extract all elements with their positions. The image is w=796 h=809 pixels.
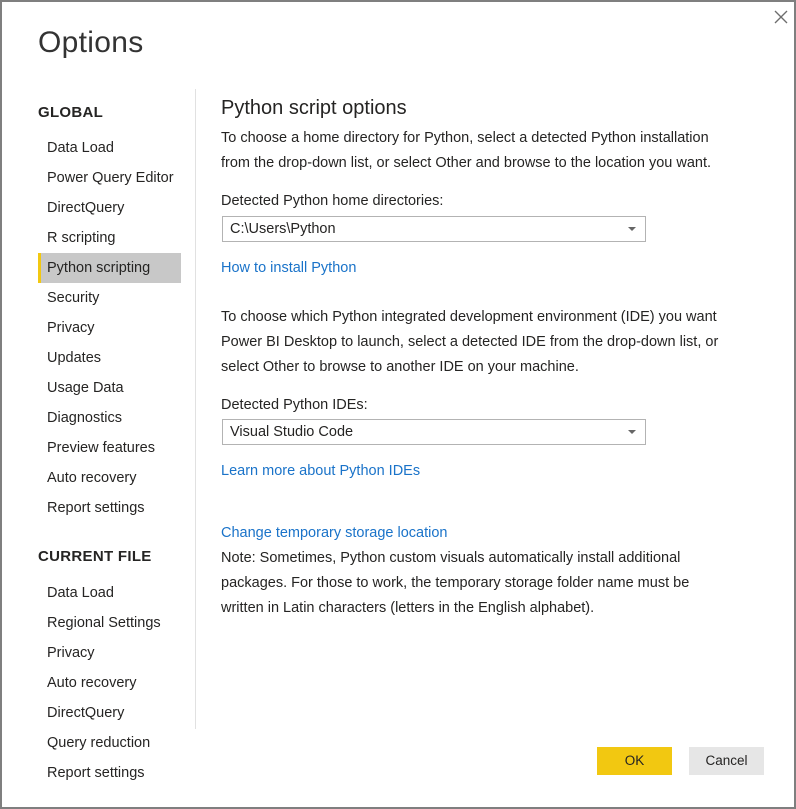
learn-more-ides-link[interactable]: Learn more about Python IDEs [221,463,420,479]
description-line: To choose a home directory for Python, s… [221,130,709,146]
close-icon[interactable] [772,8,790,26]
description-line: select Other to browse to another IDE on… [221,359,579,375]
chevron-down-icon [628,430,636,434]
ide-dropdown[interactable]: Visual Studio Code [222,419,646,445]
ide-value: Visual Studio Code [230,424,354,440]
sidebar-item-current-file-directquery[interactable]: DirectQuery [38,698,181,728]
sidebar-item-current-file-query-reduction[interactable]: Query reduction [38,728,181,758]
sidebar-item-global-r-scripting[interactable]: R scripting [38,223,181,253]
home-dir-description: To choose a home directory for Python, s… [221,126,761,176]
home-dir-value: C:\Users\Python [230,221,336,237]
global-heading: GLOBAL [38,104,104,121]
home-dir-dropdown[interactable]: C:\Users\Python [222,216,646,242]
sidebar-item-global-security[interactable]: Security [38,283,181,313]
sidebar-item-global-usage-data[interactable]: Usage Data [38,373,181,403]
description-line: Power BI Desktop to launch, select a det… [221,334,719,350]
sidebar-item-current-file-privacy[interactable]: Privacy [38,638,181,668]
ok-button[interactable]: OK [597,747,672,775]
ide-label: Detected Python IDEs: [221,397,368,413]
dialog-title: Options [38,26,144,59]
sidebar-item-current-file-data-load[interactable]: Data Load [38,578,181,608]
sidebar-item-global-auto-recovery[interactable]: Auto recovery [38,463,181,493]
note-line: Note: Sometimes, Python custom visuals a… [221,550,681,566]
chevron-down-icon [628,227,636,231]
sidebar-item-global-report-settings[interactable]: Report settings [38,493,181,523]
sidebar-item-global-updates[interactable]: Updates [38,343,181,373]
description-line: from the drop-down list, or select Other… [221,155,712,171]
sidebar-item-global-power-query-editor[interactable]: Power Query Editor [38,163,181,193]
sidebar-item-global-data-load[interactable]: Data Load [38,133,181,163]
note-line: written in Latin characters (letters in … [221,600,595,616]
sidebar-item-current-file-report-settings[interactable]: Report settings [38,758,181,788]
sidebar-divider [195,89,196,729]
sidebar-item-global-python-scripting[interactable]: Python scripting [38,253,181,283]
cancel-button[interactable]: Cancel [689,747,764,775]
current-file-heading: CURRENT FILE [38,548,152,565]
description-line: To choose which Python integrated develo… [221,309,717,325]
section-title: Python script options [221,97,407,119]
home-dir-label: Detected Python home directories: [221,193,444,209]
sidebar-item-current-file-regional-settings[interactable]: Regional Settings [38,608,181,638]
how-to-install-python-link[interactable]: How to install Python [221,260,356,276]
sidebar-item-global-preview-features[interactable]: Preview features [38,433,181,463]
ide-description: To choose which Python integrated develo… [221,305,761,380]
sidebar-item-current-file-auto-recovery[interactable]: Auto recovery [38,668,181,698]
sidebar-item-global-privacy[interactable]: Privacy [38,313,181,343]
sidebar-item-global-diagnostics[interactable]: Diagnostics [38,403,181,433]
options-dialog: Options GLOBAL Data Load Power Query Edit… [0,0,796,809]
storage-note: Note: Sometimes, Python custom visuals a… [221,546,761,621]
note-line: packages. For those to work, the tempora… [221,575,690,591]
sidebar-item-global-directquery[interactable]: DirectQuery [38,193,181,223]
change-storage-location-link[interactable]: Change temporary storage location [221,525,448,541]
